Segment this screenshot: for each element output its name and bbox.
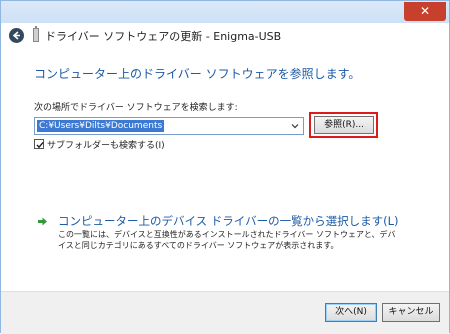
header-row: ドライバー ソフトウェアの更新 - Enigma-USB bbox=[1, 23, 449, 49]
back-arrow-icon[interactable] bbox=[9, 28, 24, 43]
pick-from-list-description: この一覧には、デバイスと互換性があるインストールされたドライバー ソフトウェアと… bbox=[58, 230, 396, 250]
pick-from-list-link[interactable]: コンピューター上のデバイス ドライバーの一覧から選択します(L) bbox=[58, 213, 398, 229]
search-location-label: 次の場所でドライバー ソフトウェアを検索します: bbox=[34, 103, 238, 113]
driver-update-window: ✕ ドライバー ソフトウェアの更新 - Enigma-USB コンピューター上の… bbox=[0, 0, 450, 334]
checkmark-icon bbox=[36, 142, 44, 149]
include-subfolders-label[interactable]: サブフォルダーも検索する(I) bbox=[47, 138, 165, 151]
search-path-combobox[interactable]: C:¥Users¥Dilts¥Documents bbox=[34, 117, 304, 135]
include-subfolders-checkbox[interactable] bbox=[34, 139, 44, 149]
green-arrow-icon bbox=[38, 217, 47, 226]
browse-button[interactable]: 参照(R)... bbox=[314, 116, 374, 134]
close-button[interactable]: ✕ bbox=[404, 2, 446, 21]
chevron-down-icon[interactable] bbox=[290, 121, 300, 131]
search-path-value[interactable]: C:¥Users¥Dilts¥Documents bbox=[37, 120, 165, 132]
page-heading: コンピューター上のドライバー ソフトウェアを参照します。 bbox=[34, 67, 361, 81]
next-button[interactable]: 次へ(N) bbox=[325, 303, 377, 322]
cancel-button[interactable]: キャンセル bbox=[382, 303, 440, 322]
window-title: ドライバー ソフトウェアの更新 - Enigma-USB bbox=[45, 30, 282, 43]
usb-device-icon bbox=[33, 26, 39, 42]
